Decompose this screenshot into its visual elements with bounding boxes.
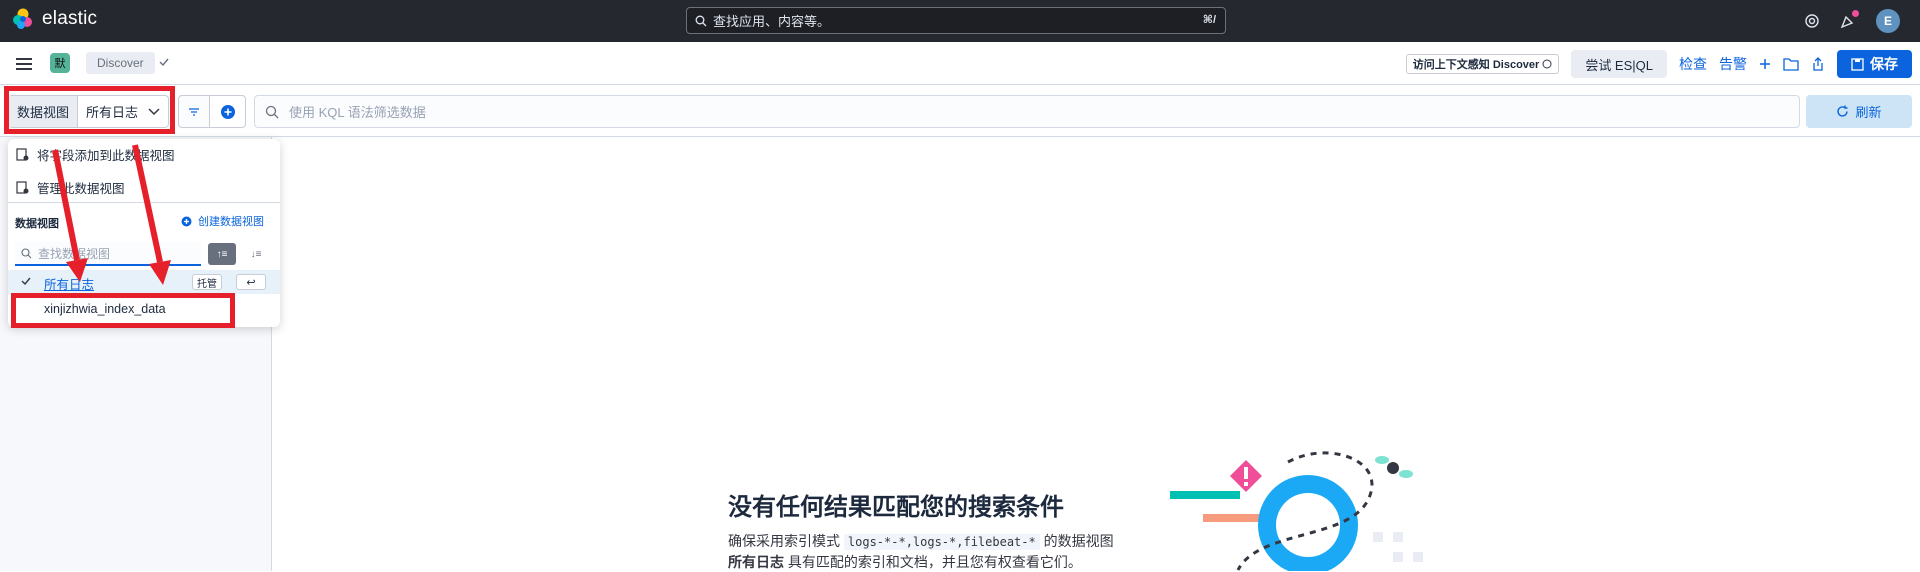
alerts-link[interactable]: 告警 — [1719, 54, 1747, 74]
inspect-link[interactable]: 检查 — [1679, 54, 1707, 74]
news-feed-button[interactable] — [1840, 10, 1859, 29]
empty-state-title: 没有任何结果匹配您的搜索条件 — [728, 494, 1064, 521]
notification-dot — [1852, 10, 1859, 17]
context-badge-label: 访问上下文感知 Discover — [1412, 59, 1540, 71]
search-shortcut: ⌘/ — [1202, 14, 1216, 26]
kql-placeholder: 使用 KQL 语法筛选数据 — [289, 105, 426, 120]
save-icon — [1851, 57, 1864, 71]
empty-desc-dataview: 所有日志 — [728, 554, 784, 570]
share-button[interactable] — [1811, 56, 1825, 72]
arrow-line-2 — [132, 144, 163, 263]
save-button[interactable]: 保存 — [1837, 50, 1912, 78]
search-icon — [695, 15, 707, 26]
arrow-line-1 — [52, 149, 80, 261]
arrow-head-2 — [149, 260, 171, 285]
share-icon — [1813, 57, 1823, 71]
avatar[interactable]: E — [1876, 9, 1900, 33]
plus-icon — [1760, 59, 1770, 69]
global-search-placeholder: 查找应用、内容等。 — [713, 14, 831, 29]
context-aware-badge[interactable]: 访问上下文感知 Discover — [1405, 54, 1560, 74]
refresh-button[interactable]: 刷新 — [1806, 95, 1912, 128]
kql-search-input[interactable]: 使用 KQL 语法筛选数据 — [254, 95, 1800, 128]
refresh-icon — [1837, 105, 1849, 117]
save-button-label: 保存 — [1870, 56, 1898, 72]
open-button[interactable] — [1783, 57, 1799, 71]
annotation-arrows — [52, 144, 171, 285]
new-button[interactable] — [1759, 58, 1771, 70]
empty-desc-prefix: 确保采用索引模式 — [728, 533, 840, 549]
no-results-illustration — [1170, 451, 1423, 571]
try-esql-button[interactable]: 尝试 ES|QL — [1571, 50, 1667, 78]
empty-desc-line2: 具有匹配的索引和文档，并且您有权查看它们。 — [787, 554, 1082, 570]
empty-desc-suffix: 的数据视图 — [1043, 533, 1114, 549]
question-icon — [1542, 59, 1552, 69]
empty-state-description: 确保采用索引模式 logs-*-*,logs-*,filebeat-* 的数据视… — [728, 531, 1114, 572]
global-search-input[interactable]: 查找应用、内容等。 ⌘/ — [686, 7, 1226, 34]
folder-icon — [1783, 58, 1799, 71]
index-pattern: logs-*-*,logs-*,filebeat-* — [843, 534, 1040, 550]
refresh-label: 刷新 — [1855, 105, 1882, 120]
arrow-head-1 — [66, 258, 88, 282]
help-icon[interactable] — [1804, 13, 1820, 29]
